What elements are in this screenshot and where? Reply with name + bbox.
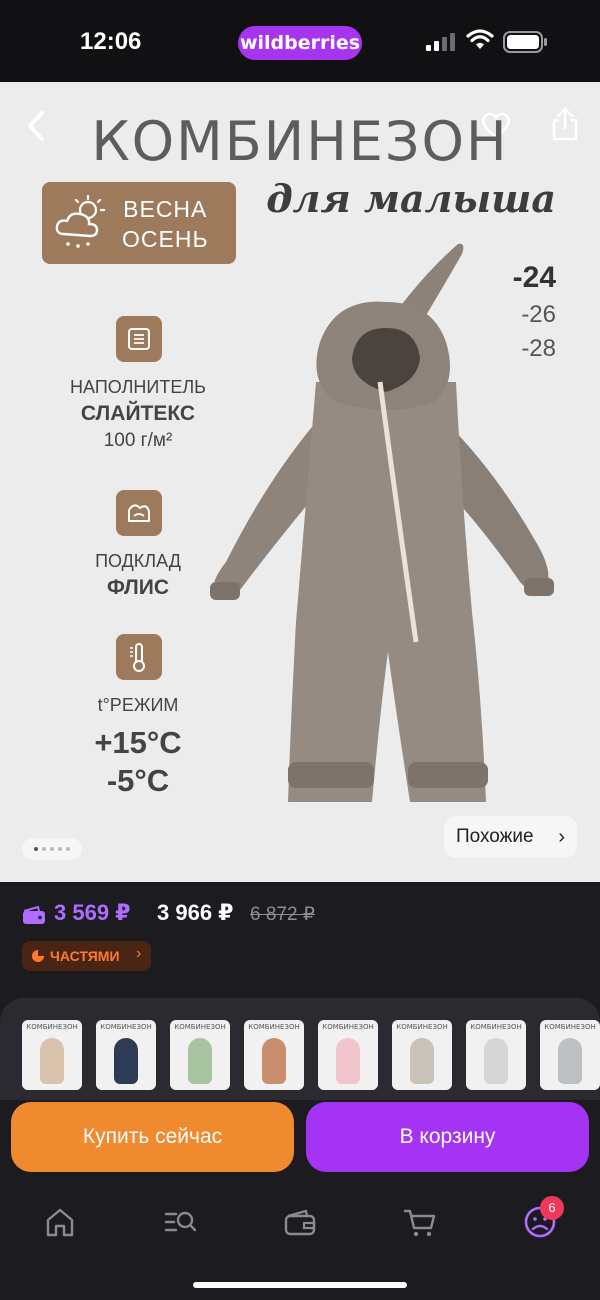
season-line-spring: ВЕСНА xyxy=(123,196,208,222)
thumbnail-label: КОМБИНЕЗОН xyxy=(174,1023,226,1031)
wildberries-logo: wildberries xyxy=(238,26,362,60)
thumbnail[interactable]: КОМБИНЕЗОН xyxy=(318,1020,378,1090)
thumbnail-label: КОМБИНЕЗОН xyxy=(544,1023,596,1031)
installment-badge[interactable]: ЧАСТЯМИ › xyxy=(22,941,151,971)
installment-label: ЧАСТЯМИ xyxy=(50,948,120,964)
thumbnail-strip[interactable]: КОМБИНЕЗОН КОМБИНЕЗОН КОМБИНЕЗОН КОМБИНЕ… xyxy=(0,998,600,1100)
thermometer-icon xyxy=(116,634,162,680)
thumbnail[interactable]: КОМБИНЕЗОН xyxy=(244,1020,304,1090)
pager-dot xyxy=(42,847,46,851)
thumbnail[interactable]: КОМБИНЕЗОН xyxy=(170,1020,230,1090)
jumpsuit-image xyxy=(210,243,554,802)
similar-products-button[interactable]: Похожие › xyxy=(444,816,577,858)
wallet-nav-icon[interactable] xyxy=(280,1202,320,1242)
filler-icon xyxy=(116,316,162,362)
status-bar: 12:06 wildberries xyxy=(0,0,600,82)
thumbnail-label: КОМБИНЕЗОН xyxy=(26,1023,78,1031)
thumbnail-image xyxy=(114,1038,138,1084)
thumbnail-image xyxy=(40,1038,64,1084)
chevron-right-icon: › xyxy=(136,945,142,962)
wallet-price: 3 569 ₽ xyxy=(54,900,131,925)
image-pager-dots xyxy=(22,838,82,860)
thumbnail-label: КОМБИНЕЗОН xyxy=(470,1023,522,1031)
thumbnail[interactable]: КОМБИНЕЗОН xyxy=(22,1020,82,1090)
thumbnail-label: КОМБИНЕЗОН xyxy=(322,1023,374,1031)
current-price: 3 966 ₽ xyxy=(157,900,234,925)
thumbnail-image xyxy=(336,1038,360,1084)
wallet-icon xyxy=(23,905,45,924)
pager-dot-active xyxy=(34,847,38,851)
add-to-cart-button[interactable]: В корзину xyxy=(306,1102,589,1172)
thumbnail[interactable]: КОМБИНЕЗОН xyxy=(540,1020,600,1090)
pie-chart-icon xyxy=(32,950,44,962)
profile-badge: 6 xyxy=(540,1196,564,1220)
cart-icon[interactable] xyxy=(400,1202,440,1242)
thumbnail-image xyxy=(262,1038,286,1084)
pager-dot xyxy=(58,847,62,851)
thumbnail-image xyxy=(188,1038,212,1084)
catalog-search-icon[interactable] xyxy=(160,1202,200,1242)
thumbnail[interactable]: КОМБИНЕЗОН xyxy=(466,1020,526,1090)
thumbnail-label: КОМБИНЕЗОН xyxy=(396,1023,448,1031)
cellular-signal-icon xyxy=(426,33,455,51)
status-time: 12:06 xyxy=(80,28,142,55)
pager-dot xyxy=(50,847,54,851)
chevron-right-icon: › xyxy=(558,826,565,848)
old-price: 6 872 ₽ xyxy=(250,904,315,925)
weather-cloud-sun-icon xyxy=(55,194,106,248)
buy-now-button[interactable]: Купить сейчас xyxy=(11,1102,294,1172)
battery-icon xyxy=(503,31,547,53)
thumbnail-image xyxy=(410,1038,434,1084)
similar-label: Похожие xyxy=(456,826,534,847)
thumbnail-image xyxy=(558,1038,582,1084)
thumbnail[interactable]: КОМБИНЕЗОН xyxy=(392,1020,452,1090)
thumbnail-image xyxy=(484,1038,508,1084)
home-indicator[interactable] xyxy=(193,1282,407,1288)
home-icon[interactable] xyxy=(40,1202,80,1242)
thumbnail[interactable]: КОМБИНЕЗОН xyxy=(96,1020,156,1090)
product-image-gallery[interactable]: КОМБИНЕЗОН для малыша ВЕСНА ОСЕНЬ -24 -2… xyxy=(0,82,600,882)
thumbnail-label: КОМБИНЕЗОН xyxy=(100,1023,152,1031)
gallery-subtitle: для малыша xyxy=(266,176,556,221)
wifi-icon xyxy=(466,29,494,49)
lining-icon xyxy=(116,490,162,536)
gallery-title: КОМБИНЕЗОН xyxy=(91,110,509,173)
pager-dot xyxy=(66,847,70,851)
bottom-navigation xyxy=(0,1172,600,1300)
product-screen: 12:06 wildberries КОМБИНЕЗОН для малыша … xyxy=(0,0,600,1300)
thumbnail-label: КОМБИНЕЗОН xyxy=(248,1023,300,1031)
